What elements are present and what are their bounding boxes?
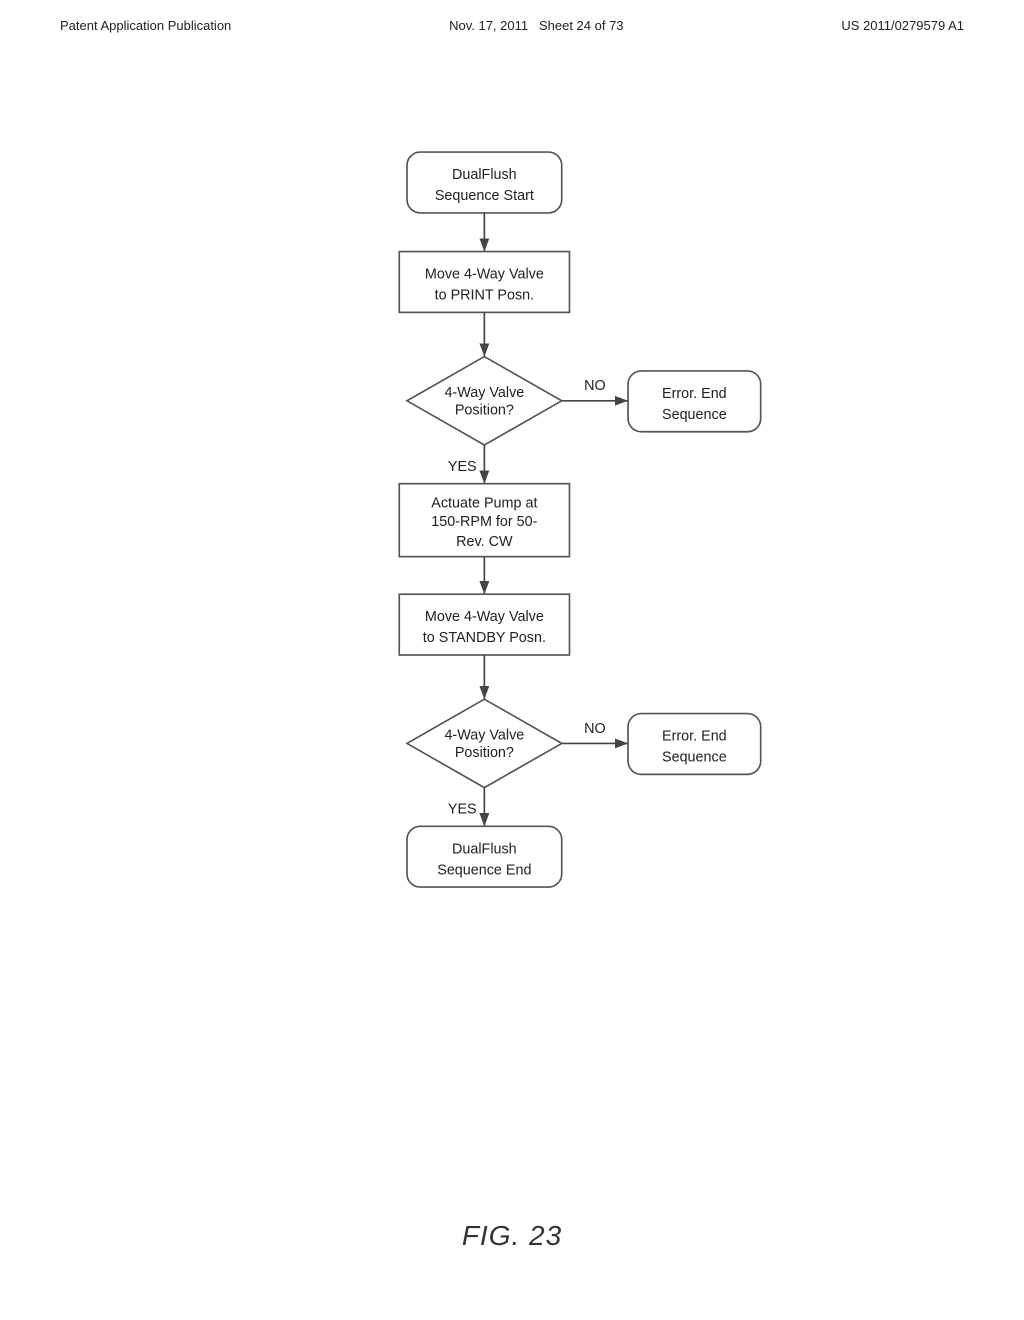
dec1-label-2: Position? bbox=[455, 403, 514, 419]
header-center: Nov. 17, 2011 Sheet 24 of 73 bbox=[449, 18, 623, 33]
step1-label-1: Move 4-Way Valve bbox=[425, 267, 544, 283]
dec2-label-2: Position? bbox=[455, 745, 514, 761]
figure-label: FIG. 23 bbox=[462, 1220, 562, 1252]
dec2-label-1: 4-Way Valve bbox=[444, 727, 524, 743]
header-right: US 2011/0279579 A1 bbox=[841, 18, 964, 33]
diagram-area: DualFlush Sequence Start Move 4-Way Valv… bbox=[0, 130, 1024, 1230]
no2-label: NO bbox=[584, 721, 606, 737]
yes2-label: YES bbox=[448, 802, 477, 818]
flowchart-svg: DualFlush Sequence Start Move 4-Way Valv… bbox=[162, 130, 862, 1180]
end-label-2: Sequence End bbox=[437, 862, 531, 878]
start-label-1: DualFlush bbox=[452, 167, 517, 183]
step2-label-1: Actuate Pump at bbox=[431, 495, 537, 511]
page-header: Patent Application Publication Nov. 17, … bbox=[0, 0, 1024, 33]
yes1-label: YES bbox=[448, 459, 477, 475]
end-label-1: DualFlush bbox=[452, 841, 517, 857]
header-left: Patent Application Publication bbox=[60, 18, 231, 33]
err2-label-1: Error. End bbox=[662, 729, 727, 745]
err1-label-1: Error. End bbox=[662, 386, 727, 402]
step3-label-2: to STANDBY Posn. bbox=[423, 630, 546, 646]
start-label-2: Sequence Start bbox=[435, 188, 534, 204]
err2-label-2: Sequence bbox=[662, 750, 727, 766]
step1-label-2: to PRINT Posn. bbox=[435, 288, 534, 304]
step2-label-3: Rev. CW bbox=[456, 534, 513, 550]
err1-label-2: Sequence bbox=[662, 407, 727, 423]
dec1-label-1: 4-Way Valve bbox=[444, 385, 524, 401]
step2-label-2: 150-RPM for 50- bbox=[431, 514, 537, 530]
step3-label-1: Move 4-Way Valve bbox=[425, 609, 544, 625]
no1-label: NO bbox=[584, 378, 606, 394]
